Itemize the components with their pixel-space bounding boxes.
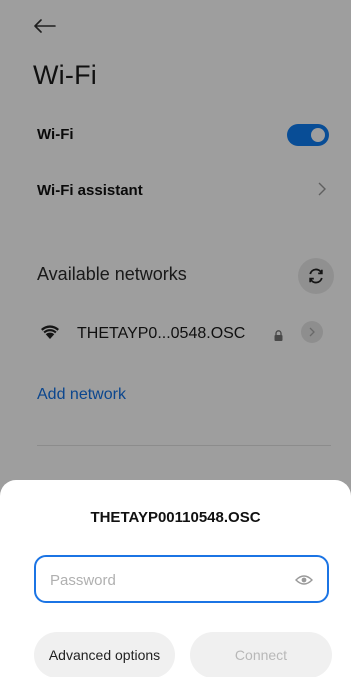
connect-button[interactable]: Connect [190, 632, 332, 677]
eye-icon[interactable] [295, 573, 313, 591]
password-input[interactable] [50, 569, 280, 591]
advanced-options-button[interactable]: Advanced options [34, 632, 175, 677]
connect-dialog: THETAYP00110548.OSC Advanced options Con… [0, 480, 351, 677]
password-field[interactable] [34, 555, 329, 603]
dialog-title: THETAYP00110548.OSC [90, 509, 261, 526]
